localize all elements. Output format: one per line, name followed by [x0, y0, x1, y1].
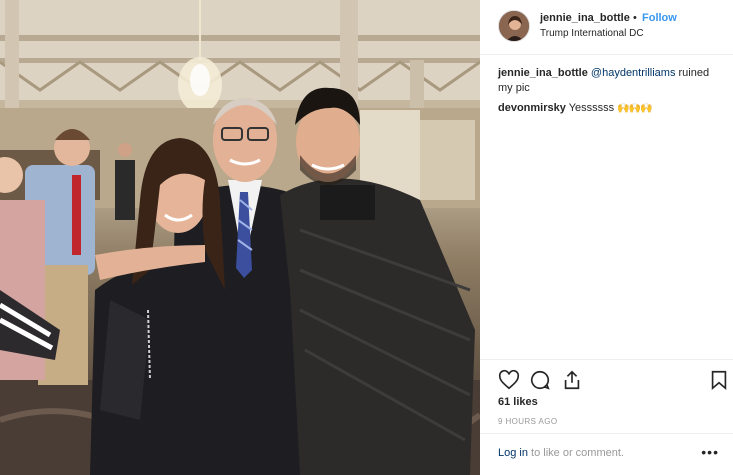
more-options-icon[interactable]: •••: [701, 444, 719, 460]
post-timestamp: 9 HOURS AGO: [498, 417, 558, 426]
avatar[interactable]: [498, 10, 530, 42]
caption-comment: jennie_ina_bottle @haydentrilliams ruine…: [498, 66, 723, 96]
comment-text: Yessssss: [565, 102, 615, 114]
heart-icon[interactable]: [498, 369, 520, 391]
post-side-panel: jennie_ina_bottle • Follow Trump Interna…: [480, 0, 733, 475]
login-prompt-text: to like or comment.: [527, 447, 624, 459]
raising-hands-emoji-icon: 🙌🙌🙌: [617, 103, 652, 114]
comment-bubble-icon[interactable]: [529, 369, 551, 391]
login-link[interactable]: Log in: [498, 447, 528, 459]
post-author-username[interactable]: jennie_ina_bottle: [540, 12, 630, 24]
comment-username[interactable]: jennie_ina_bottle: [498, 67, 588, 79]
comments-list: jennie_ina_bottle @haydentrilliams ruine…: [498, 66, 723, 121]
comment-mention[interactable]: @haydentrilliams: [591, 67, 676, 79]
separator-dot: •: [633, 12, 637, 24]
avatar-image: [499, 11, 529, 41]
location-link[interactable]: Trump International DC: [540, 28, 644, 39]
list-item-comment: devonmirsky Yessssss 🙌🙌🙌: [498, 101, 723, 116]
share-icon[interactable]: [561, 369, 583, 391]
photo-illustration: [0, 0, 480, 475]
follow-button[interactable]: Follow: [642, 12, 677, 24]
bookmark-icon[interactable]: [708, 369, 730, 391]
comment-username[interactable]: devonmirsky: [498, 102, 566, 114]
post-photo[interactable]: [0, 0, 480, 475]
post-actions: 61 likes 9 HOURS AGO Log in to like or c…: [480, 359, 733, 475]
login-prompt: Log in to like or comment.: [498, 447, 624, 459]
instagram-post: jennie_ina_bottle • Follow Trump Interna…: [0, 0, 733, 475]
login-prompt-row: Log in to like or comment. •••: [480, 433, 733, 475]
post-header: jennie_ina_bottle • Follow Trump Interna…: [480, 0, 733, 55]
likes-count[interactable]: 61 likes: [498, 396, 538, 408]
